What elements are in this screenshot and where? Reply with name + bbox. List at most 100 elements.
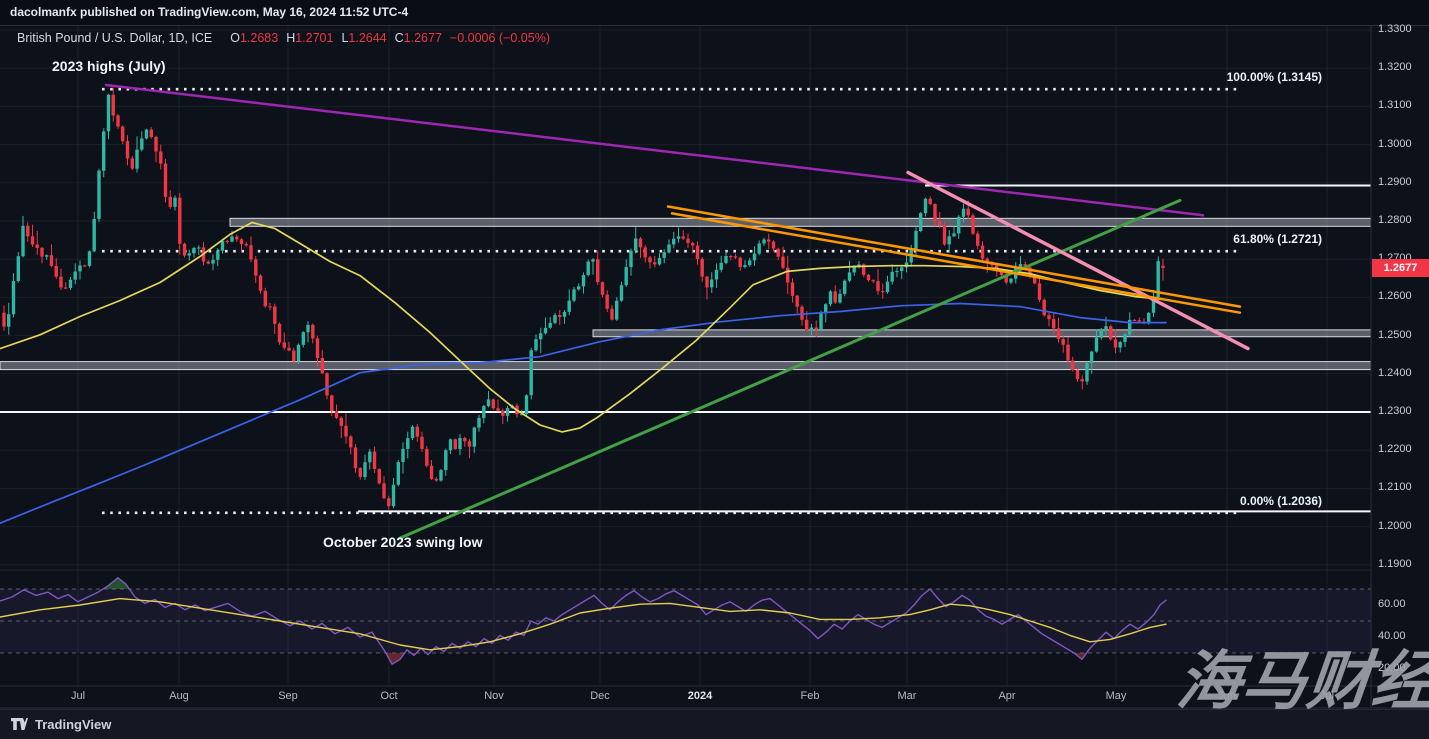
candle[interactable] bbox=[197, 245, 200, 255]
candle[interactable] bbox=[401, 442, 404, 473]
candle[interactable] bbox=[948, 230, 951, 253]
candle[interactable] bbox=[881, 284, 884, 299]
candle[interactable] bbox=[140, 131, 143, 151]
candle[interactable] bbox=[135, 136, 138, 172]
candle[interactable] bbox=[420, 432, 423, 452]
candle[interactable] bbox=[463, 437, 466, 447]
candle[interactable] bbox=[1128, 312, 1131, 337]
candle[interactable] bbox=[591, 258, 594, 275]
candle[interactable] bbox=[791, 278, 794, 303]
candle[interactable] bbox=[900, 265, 903, 279]
price-chart-canvas[interactable] bbox=[0, 0, 1429, 739]
candle[interactable] bbox=[121, 125, 124, 144]
candle[interactable] bbox=[1090, 351, 1093, 374]
candle[interactable] bbox=[1100, 328, 1103, 340]
candle[interactable] bbox=[354, 444, 357, 473]
candle[interactable] bbox=[278, 323, 281, 345]
candle[interactable] bbox=[895, 268, 898, 278]
candle[interactable] bbox=[1161, 259, 1164, 281]
candle[interactable] bbox=[914, 227, 917, 257]
candle[interactable] bbox=[406, 432, 409, 459]
candle[interactable] bbox=[268, 303, 271, 311]
candle[interactable] bbox=[335, 405, 338, 419]
candle[interactable] bbox=[245, 242, 248, 247]
candle[interactable] bbox=[615, 297, 618, 321]
candle[interactable] bbox=[667, 240, 670, 254]
candle[interactable] bbox=[829, 290, 832, 306]
candle[interactable] bbox=[74, 263, 77, 284]
candle[interactable] bbox=[601, 281, 604, 297]
candle[interactable] bbox=[672, 232, 675, 249]
candle[interactable] bbox=[397, 460, 400, 486]
candle[interactable] bbox=[1157, 257, 1160, 301]
candle[interactable] bbox=[553, 313, 556, 324]
candle[interactable] bbox=[458, 434, 461, 455]
candle[interactable] bbox=[207, 260, 210, 264]
candle[interactable] bbox=[159, 145, 162, 170]
candle[interactable] bbox=[83, 265, 86, 267]
candle[interactable] bbox=[739, 257, 742, 271]
candle[interactable] bbox=[226, 240, 229, 244]
candle[interactable] bbox=[734, 254, 737, 259]
candle[interactable] bbox=[1081, 375, 1084, 389]
candle[interactable] bbox=[192, 247, 195, 258]
candle[interactable] bbox=[7, 303, 10, 335]
candle[interactable] bbox=[306, 321, 309, 342]
candle[interactable] bbox=[501, 409, 504, 424]
candle[interactable] bbox=[439, 469, 442, 482]
candle[interactable] bbox=[796, 295, 799, 313]
candle[interactable] bbox=[677, 227, 680, 242]
candle[interactable] bbox=[93, 212, 96, 253]
candle[interactable] bbox=[924, 198, 927, 217]
candle[interactable] bbox=[544, 318, 547, 335]
candle[interactable] bbox=[724, 251, 727, 264]
candle[interactable] bbox=[582, 273, 585, 294]
candle[interactable] bbox=[762, 238, 765, 246]
candle[interactable] bbox=[634, 227, 637, 253]
candle[interactable] bbox=[40, 247, 43, 263]
candle[interactable] bbox=[131, 156, 134, 170]
candle[interactable] bbox=[1066, 338, 1069, 363]
candle[interactable] bbox=[943, 222, 946, 245]
candle[interactable] bbox=[525, 394, 528, 417]
candle[interactable] bbox=[302, 331, 305, 347]
candle[interactable] bbox=[2, 306, 5, 331]
candle[interactable] bbox=[55, 258, 58, 279]
candle[interactable] bbox=[644, 245, 647, 263]
candle[interactable] bbox=[705, 276, 708, 300]
candle[interactable] bbox=[430, 460, 433, 480]
candle[interactable] bbox=[1119, 341, 1122, 353]
candle[interactable] bbox=[838, 289, 841, 304]
candle[interactable] bbox=[587, 260, 590, 277]
candle[interactable] bbox=[1085, 362, 1088, 385]
candle[interactable] bbox=[971, 213, 974, 235]
candle[interactable] bbox=[952, 226, 955, 237]
trendline-drawings[interactable] bbox=[106, 85, 1248, 538]
candle[interactable] bbox=[26, 222, 29, 242]
candle[interactable] bbox=[444, 449, 447, 476]
candle[interactable] bbox=[378, 468, 381, 484]
candle[interactable] bbox=[254, 256, 257, 283]
candle[interactable] bbox=[710, 272, 713, 293]
candle[interactable] bbox=[36, 231, 39, 255]
candle[interactable] bbox=[549, 317, 552, 329]
candle[interactable] bbox=[368, 449, 371, 470]
candle[interactable] bbox=[1062, 335, 1065, 353]
candle[interactable] bbox=[425, 446, 428, 467]
candle[interactable] bbox=[259, 274, 262, 294]
candle[interactable] bbox=[349, 435, 352, 454]
candle[interactable] bbox=[273, 304, 276, 334]
candle[interactable] bbox=[31, 225, 34, 247]
candle[interactable] bbox=[506, 406, 509, 422]
candle[interactable] bbox=[311, 323, 314, 343]
candle[interactable] bbox=[363, 455, 366, 480]
candle[interactable] bbox=[164, 159, 167, 203]
candle[interactable] bbox=[957, 215, 960, 239]
candle[interactable] bbox=[449, 439, 452, 455]
candle[interactable] bbox=[325, 372, 328, 399]
candle[interactable] bbox=[843, 279, 846, 296]
candle[interactable] bbox=[216, 248, 219, 266]
candle[interactable] bbox=[1152, 290, 1155, 317]
candle[interactable] bbox=[344, 413, 347, 443]
candle[interactable] bbox=[625, 259, 628, 287]
